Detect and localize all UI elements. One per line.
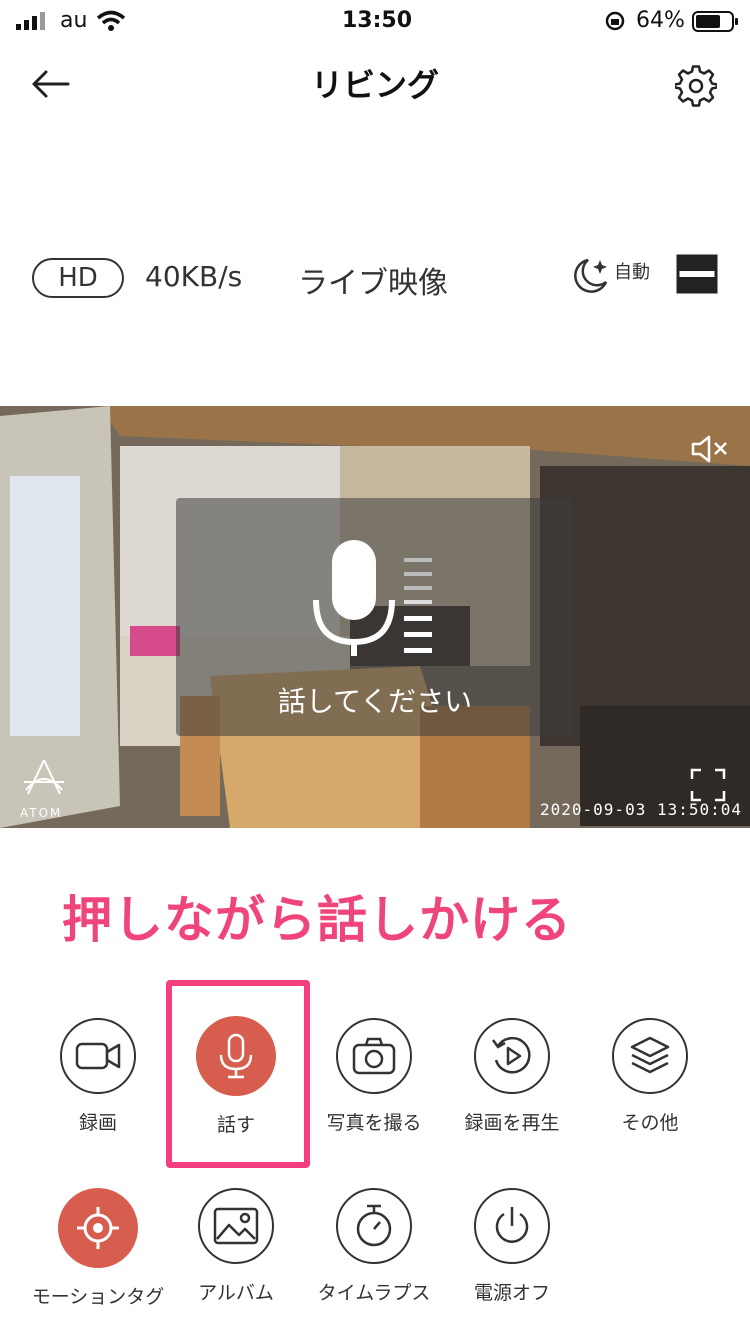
clock: 13:50 [342, 8, 413, 33]
wifi-icon [96, 10, 126, 31]
night-mode-label: 自動 [614, 262, 650, 283]
talk-circle [196, 1016, 276, 1096]
battery-percent: 64% [636, 8, 685, 33]
video-timestamp: 2020-09-03 13:50:04 [540, 800, 743, 819]
power-icon [495, 1207, 529, 1243]
split-view-icon [676, 254, 718, 294]
take-photo-button[interactable]: 写真を撮る [304, 1018, 444, 1135]
more-label: その他 [621, 1112, 679, 1134]
brand-watermark: ATOM [20, 806, 63, 820]
playback-label: 録画を再生 [464, 1112, 560, 1134]
moon-icon [574, 258, 608, 293]
take-photo-label: 写真を撮る [326, 1112, 422, 1134]
bitrate-text: 40KB/s [145, 260, 243, 293]
mute-icon[interactable] [690, 434, 730, 464]
motion-tag-button[interactable]: モーションタグ [28, 1188, 168, 1309]
timelapse-circle [336, 1188, 412, 1264]
record-button[interactable]: 録画 [28, 1018, 168, 1135]
atom-logo-icon [24, 759, 64, 795]
live-view-label: ライブ映像 [298, 266, 448, 301]
playback-button[interactable]: 録画を再生 [442, 1018, 582, 1135]
page-title: リビング [310, 66, 439, 104]
album-label: アルバム [198, 1282, 274, 1304]
record-label: 録画 [78, 1112, 117, 1134]
power-off-label: 電源オフ [473, 1282, 550, 1304]
annotation-caption: 押しながら話しかける [62, 891, 572, 949]
video-camera-icon [75, 1042, 121, 1070]
playback-icon [491, 1036, 531, 1074]
status-bar: au 13:50 64% [0, 0, 750, 42]
record-circle [60, 1018, 136, 1094]
power-off-circle [474, 1188, 550, 1264]
image-icon [213, 1207, 259, 1245]
playback-circle [474, 1018, 550, 1094]
signal-icon [16, 12, 45, 30]
camera-icon [352, 1037, 396, 1075]
settings-button[interactable] [668, 58, 724, 114]
speak-prompt: 話してください [277, 685, 473, 718]
talk-button[interactable]: 話す [166, 1016, 306, 1137]
more-circle [612, 1018, 688, 1094]
microphone-level-icon [313, 540, 432, 656]
more-button[interactable]: その他 [580, 1018, 720, 1135]
quality-toggle[interactable]: HD [32, 258, 124, 298]
timelapse-label: タイムラプス [317, 1282, 431, 1304]
battery-icon [692, 11, 738, 32]
motion-tag-circle [58, 1188, 138, 1268]
talk-label: 話す [216, 1114, 255, 1136]
rotation-lock-icon [605, 11, 625, 31]
stopwatch-icon [356, 1204, 392, 1247]
album-button[interactable]: アルバム [166, 1188, 306, 1305]
layout-toggle-button[interactable] [676, 254, 724, 298]
photo-circle [336, 1018, 412, 1094]
layers-icon [630, 1036, 670, 1074]
microphone-icon [219, 1033, 253, 1079]
carrier: au [60, 8, 88, 33]
fullscreen-icon[interactable] [690, 768, 726, 802]
target-icon [77, 1207, 119, 1249]
motion-tag-label: モーションタグ [31, 1286, 165, 1308]
album-circle [198, 1188, 274, 1264]
power-off-button[interactable]: 電源オフ [442, 1188, 582, 1305]
timelapse-button[interactable]: タイムラプス [304, 1188, 444, 1305]
gear-icon [675, 65, 717, 107]
